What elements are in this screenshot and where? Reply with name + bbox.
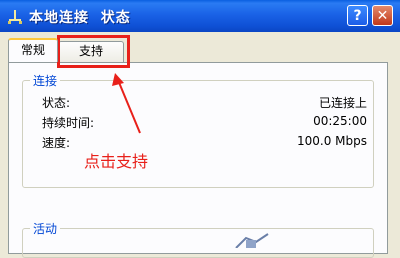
- arrow-annotation-icon: [112, 73, 141, 134]
- tab-general[interactable]: 常规: [8, 38, 58, 62]
- annotation-text: 点击支持: [84, 152, 149, 171]
